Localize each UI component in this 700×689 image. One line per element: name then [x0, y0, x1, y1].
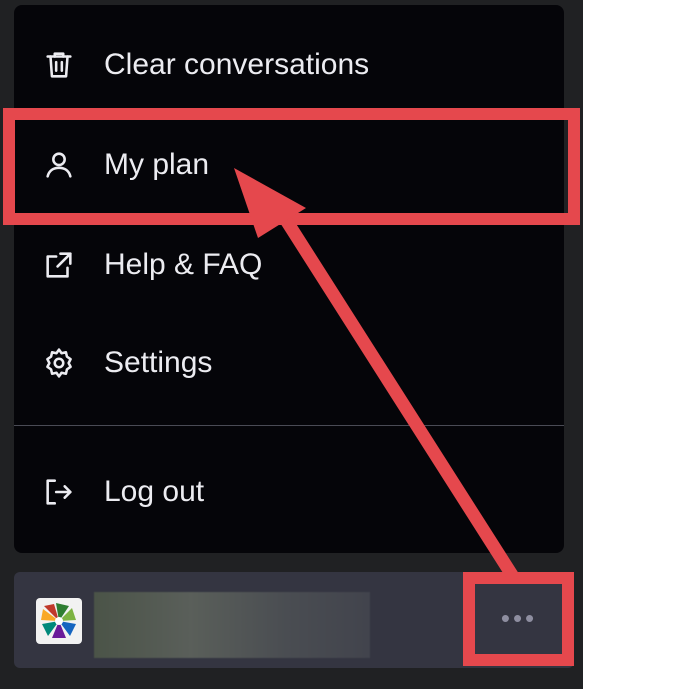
more-options-button[interactable]: •••	[466, 572, 572, 664]
menu-item-label: My plan	[104, 148, 210, 181]
menu-item-label: Help & FAQ	[104, 248, 263, 281]
account-name-redacted	[94, 592, 370, 658]
account-menu: Clear conversations My plan Help & FAQ S…	[14, 5, 564, 553]
menu-item-my-plan[interactable]: My plan	[14, 125, 564, 205]
gear-icon	[42, 346, 76, 380]
menu-item-log-out[interactable]: Log out	[14, 452, 564, 532]
menu-item-clear-conversations[interactable]: Clear conversations	[14, 25, 564, 105]
external-link-icon	[42, 248, 76, 282]
menu-item-help-faq[interactable]: Help & FAQ	[14, 225, 564, 305]
avatar-logo-icon	[41, 603, 76, 638]
menu-divider	[14, 425, 564, 426]
trash-icon	[42, 48, 76, 82]
menu-item-label: Log out	[104, 475, 205, 508]
menu-item-label: Clear conversations	[104, 48, 370, 81]
avatar[interactable]	[36, 598, 82, 644]
user-icon	[42, 148, 76, 182]
logout-icon	[42, 475, 76, 509]
menu-item-settings[interactable]: Settings	[14, 323, 564, 403]
menu-item-label: Settings	[104, 346, 213, 379]
ellipsis-icon: •••	[500, 602, 538, 633]
sidebar-panel: Clear conversations My plan Help & FAQ S…	[0, 0, 583, 689]
